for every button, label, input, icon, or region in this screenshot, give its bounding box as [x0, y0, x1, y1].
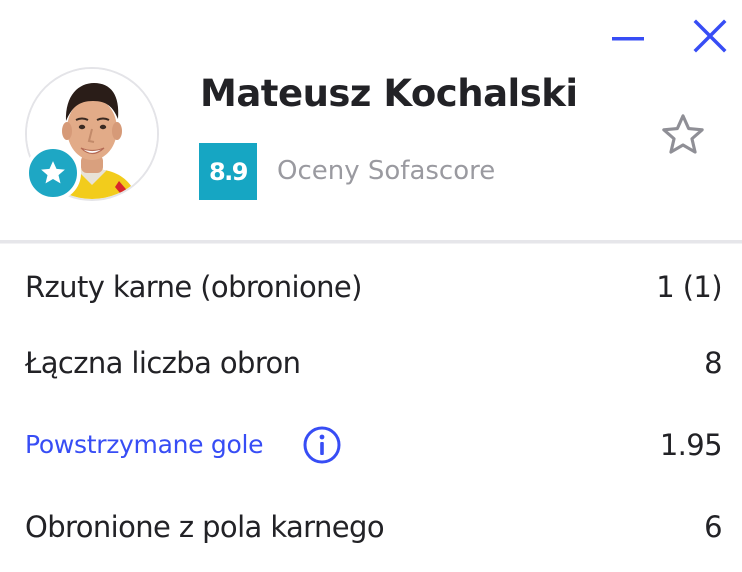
rating-badge: 8.9: [199, 143, 257, 200]
info-icon[interactable]: [302, 425, 342, 465]
stat-value: 1.95: [659, 428, 723, 462]
star-outline-icon: [662, 114, 704, 154]
star-icon: [41, 161, 65, 184]
player-stats-card: Mateusz Kochalski 8.9 Oceny Sofascore Rz…: [0, 0, 742, 572]
stat-label: Łączna liczba obron: [25, 346, 301, 380]
stat-row-penalties: Rzuty karne (obronione) 1 (1): [0, 257, 742, 317]
minimize-icon: [612, 37, 644, 41]
header-divider: [0, 240, 742, 244]
player-badge: [25, 145, 81, 201]
stat-value: 6: [704, 510, 722, 544]
minimize-button[interactable]: [606, 14, 650, 58]
close-button[interactable]: [688, 14, 732, 58]
close-icon: [693, 19, 727, 53]
player-name: Mateusz Kochalski: [200, 72, 578, 115]
stat-value: 8: [704, 346, 722, 380]
stat-value: 1 (1): [656, 270, 722, 304]
goals-prevented-link[interactable]: Powstrzymane gole: [25, 415, 263, 475]
rating-label: Oceny Sofascore: [277, 156, 496, 186]
stat-row-goals-prevented: Powstrzymane gole 1.95: [0, 415, 742, 475]
stat-row-saves-inside-box: Obronione z pola karnego 6: [0, 497, 742, 557]
stat-label: Rzuty karne (obronione): [25, 270, 362, 304]
stat-row-saves: Łączna liczba obron 8: [0, 333, 742, 393]
favorite-button[interactable]: [654, 106, 712, 164]
stat-label: Obronione z pola karnego: [25, 510, 385, 544]
